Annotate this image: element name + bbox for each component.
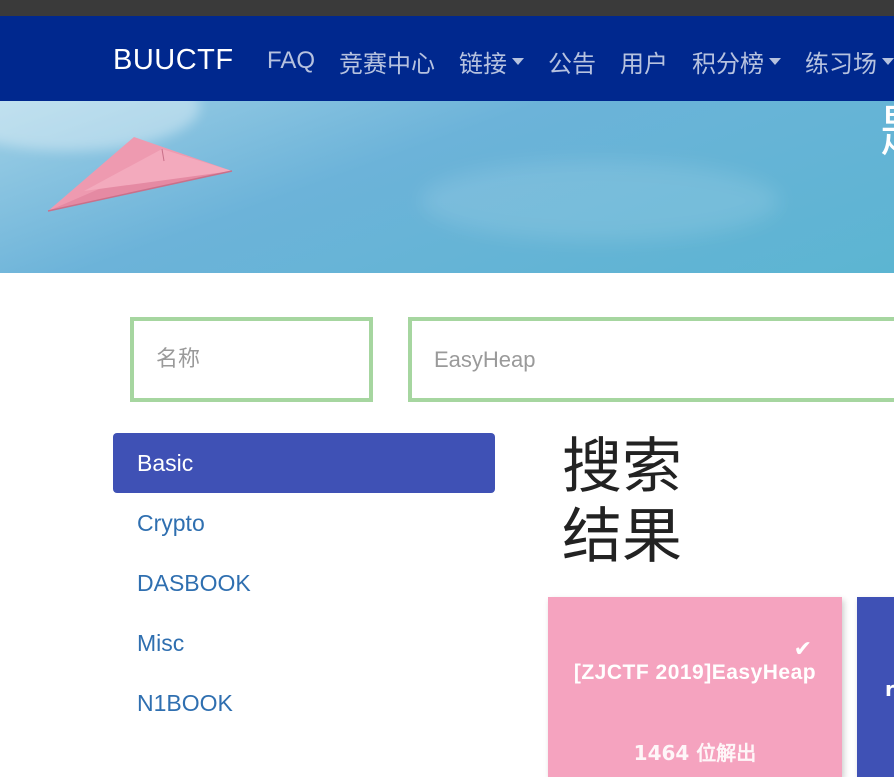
nav-item-competitions[interactable]: 竞赛中心 — [339, 44, 435, 79]
challenge-title: r — [885, 677, 894, 701]
nav-item-label: FAQ — [267, 47, 316, 74]
nav-item-scoreboard[interactable]: 积分榜 — [692, 44, 782, 79]
browser-top-strip — [0, 0, 894, 16]
chevron-down-icon — [512, 57, 525, 65]
challenge-title: [ZJCTF 2019]EasyHeap — [573, 661, 817, 684]
nav-item-label: 公告 — [548, 49, 597, 78]
sidebar-item-label: N1BOOK — [137, 689, 233, 716]
sidebar-item-basic[interactable]: Basic — [113, 433, 495, 493]
results-heading: 搜索结果 — [562, 432, 682, 572]
sidebar-item-misc[interactable]: Misc — [113, 613, 495, 673]
search-input[interactable] — [408, 317, 894, 402]
sidebar-item-dasbook[interactable]: DASBOOK — [113, 553, 495, 613]
challenge-card[interactable]: ✔ [ZJCTF 2019]EasyHeap 1464 位解出 — [548, 597, 842, 777]
sidebar-item-label: Basic — [137, 449, 194, 476]
nav-item-label: 链接 — [459, 49, 508, 78]
nav-item-notices[interactable]: 公告 — [548, 44, 596, 79]
brand-logo[interactable]: BUUCTF — [113, 44, 234, 77]
cloud-decoration — [420, 161, 780, 241]
nav-item-practice[interactable]: 练习场 — [805, 44, 894, 79]
nav-item-label: 练习场 — [805, 49, 878, 78]
sidebar-item-n1book[interactable]: N1BOOK — [113, 673, 495, 733]
nav-item-links[interactable]: 链接 — [459, 44, 525, 79]
nav-item-label: 积分榜 — [692, 49, 765, 78]
hero-title-fragment: 题 — [880, 103, 894, 163]
sidebar-item-crypto[interactable]: Crypto — [113, 493, 495, 553]
paper-plane-icon — [47, 137, 233, 212]
nav-menu: FAQ 竞赛中心 链接 公告 用户 积分榜 练习场 — [267, 44, 894, 79]
top-navbar: BUUCTF FAQ 竞赛中心 链接 公告 用户 积分榜 练习场 — [0, 16, 894, 101]
category-sidebar: Basic Crypto DASBOOK Misc N1BOOK — [113, 433, 495, 733]
name-filter-input[interactable] — [130, 317, 373, 402]
hero-banner: 题 — [0, 101, 894, 273]
challenge-card[interactable]: r — [857, 597, 894, 777]
sidebar-item-label: Crypto — [137, 509, 205, 536]
chevron-down-icon — [769, 57, 782, 65]
challenge-solves: 1464 位解出 — [633, 741, 757, 765]
nav-item-label: 竞赛中心 — [339, 49, 436, 78]
nav-item-users[interactable]: 用户 — [620, 44, 668, 79]
sidebar-item-label: DASBOOK — [137, 569, 251, 596]
nav-item-label: 用户 — [620, 49, 669, 78]
chevron-down-icon — [882, 57, 894, 65]
nav-item-faq[interactable]: FAQ — [267, 47, 315, 75]
sidebar-item-label: Misc — [137, 629, 185, 656]
